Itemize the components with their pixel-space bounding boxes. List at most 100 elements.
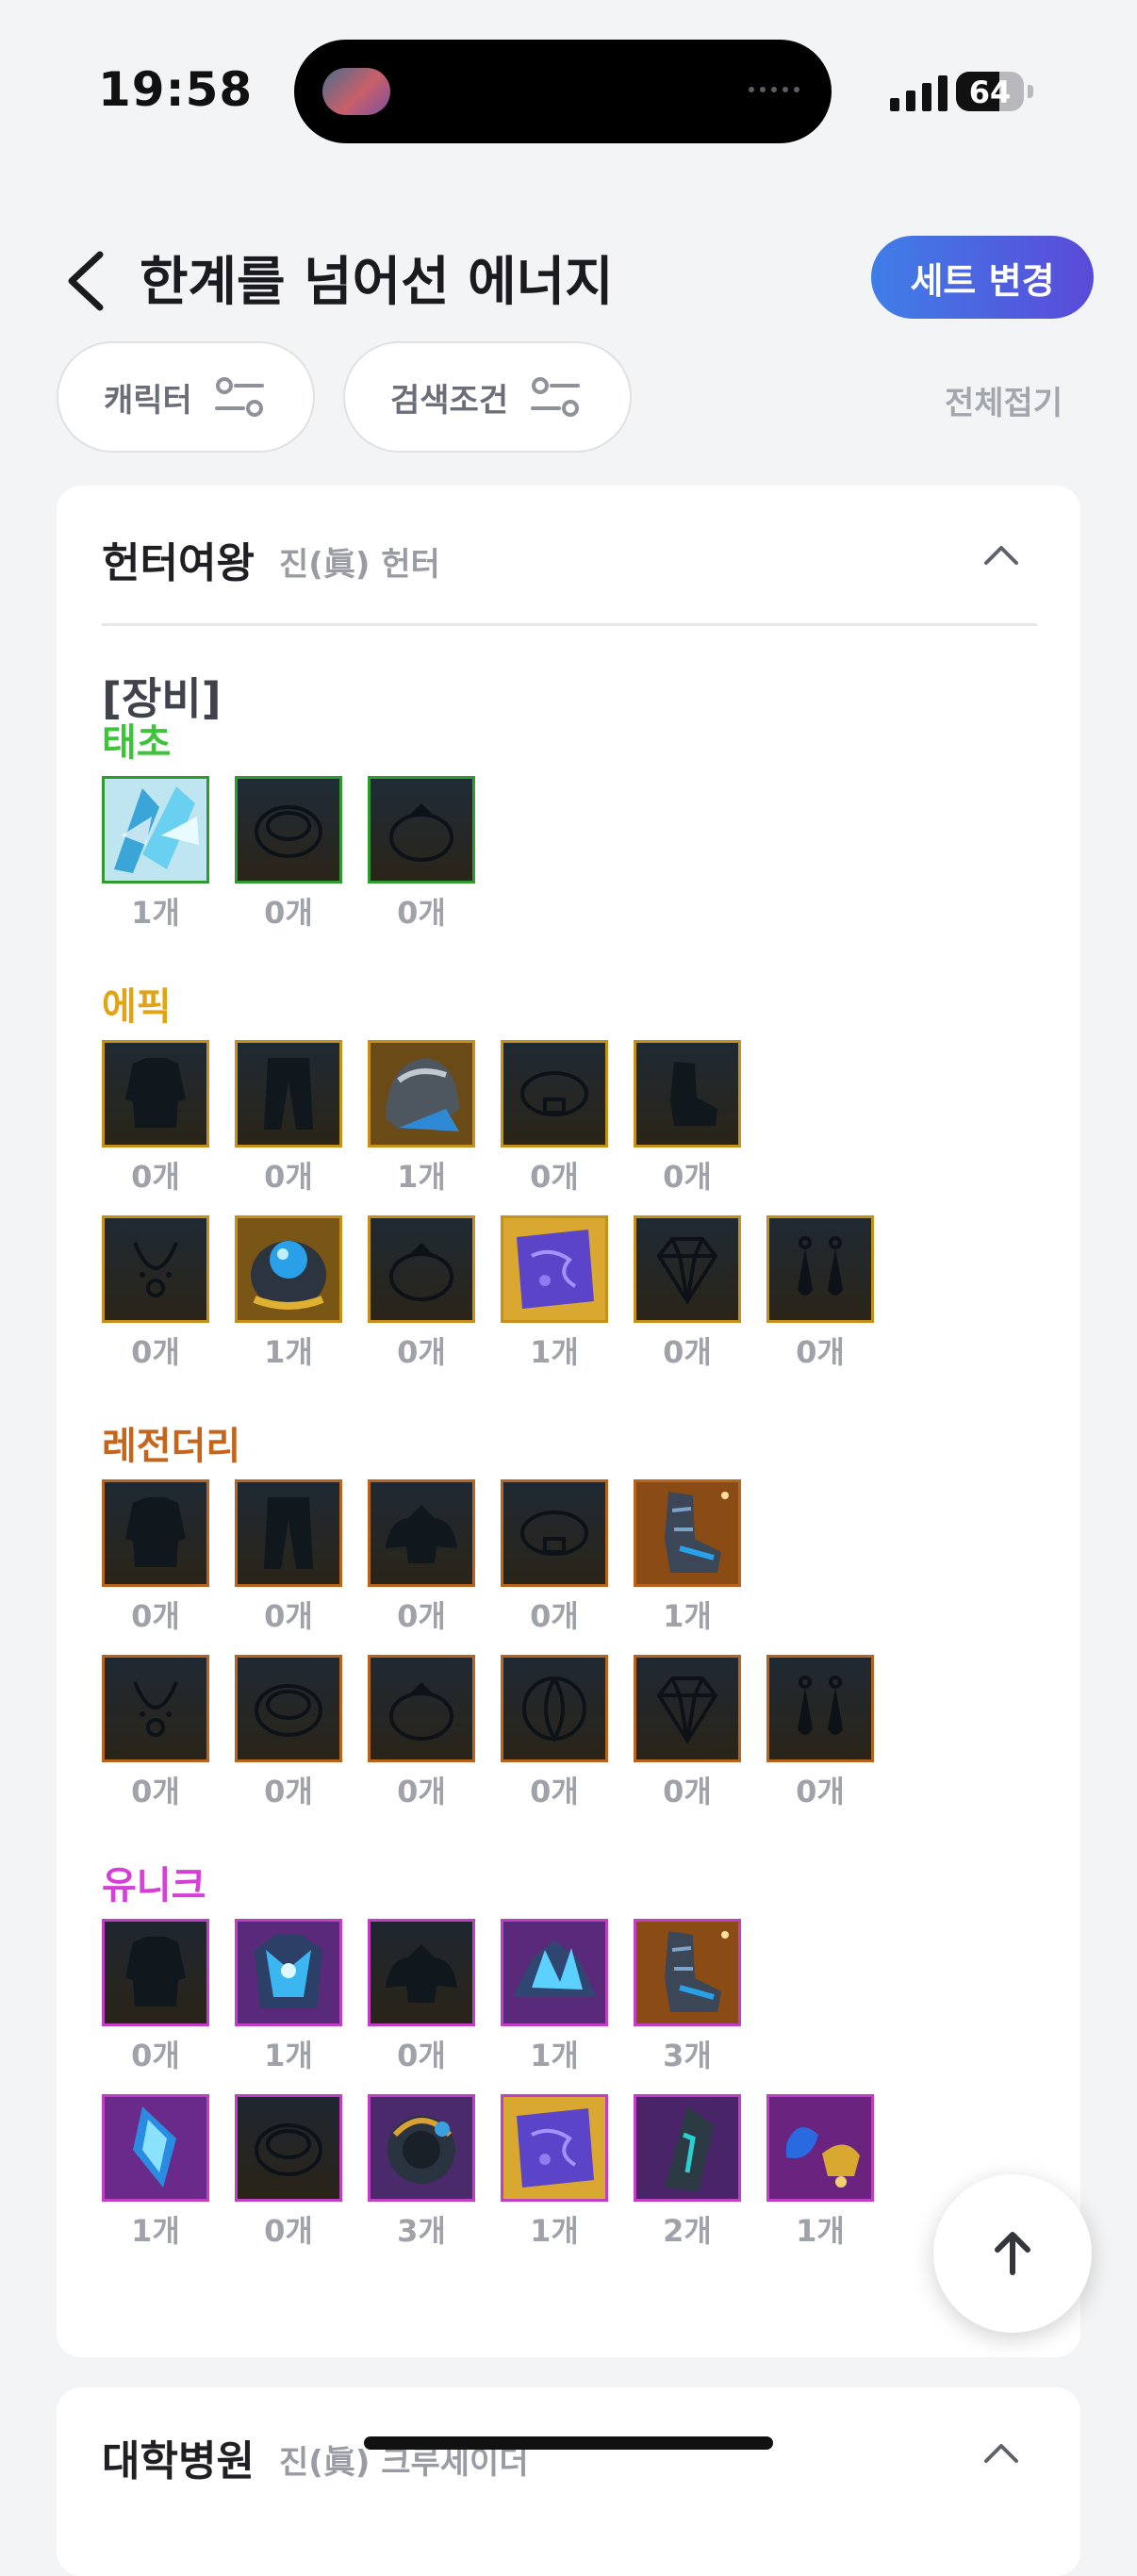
section-title: 헌터여왕 [102, 539, 255, 587]
earring-icon [769, 1658, 871, 1759]
character-filter-chip[interactable]: 캐릭터 [57, 341, 315, 453]
item-count: 1개 [796, 2213, 845, 2249]
equipment-slot[interactable] [634, 1479, 741, 1587]
equipment-slot[interactable] [235, 1919, 342, 2026]
equipment-slot[interactable] [501, 1655, 608, 1762]
equipment-slot[interactable] [368, 776, 475, 883]
section-divider [102, 623, 1037, 626]
item-count: 1개 [397, 1159, 446, 1195]
item-count: 0개 [131, 1774, 180, 1809]
equipment-slot[interactable] [102, 776, 209, 883]
equipment-slot[interactable] [235, 1479, 342, 1587]
crystal-blade-icon [105, 779, 206, 881]
status-time: 19:58 [98, 62, 254, 117]
earring-icon [769, 1218, 871, 1320]
filter-sliders-icon [531, 377, 581, 417]
grade-label: 태초 [102, 721, 172, 765]
equipment-slot[interactable] [634, 1655, 741, 1762]
item-count: 1개 [530, 2038, 579, 2073]
next-section-title: 대학병원 [102, 2437, 255, 2485]
top-armor-icon [105, 1482, 206, 1584]
chevron-up-icon[interactable] [982, 2440, 1020, 2465]
gem-icon [636, 1658, 738, 1759]
change-set-button[interactable]: 세트 변경 [871, 236, 1094, 319]
equipment-slot[interactable] [634, 1040, 741, 1148]
bracelet-gem-icon [238, 1218, 339, 1320]
home-indicator [364, 2436, 773, 2450]
equipment-slot[interactable] [102, 1215, 209, 1323]
item-count: 0개 [264, 1598, 313, 1634]
back-button[interactable] [58, 243, 115, 319]
section-subtitle: 진(眞) 헌터 [279, 546, 440, 584]
equipment-slot[interactable] [102, 1040, 209, 1148]
chevron-up-icon[interactable] [982, 542, 1020, 567]
island-dots [749, 87, 799, 92]
equipment-slot[interactable] [766, 2094, 874, 2202]
belt-icon [503, 1043, 605, 1145]
support-orb-icon [503, 1658, 605, 1759]
page-title: 한계를 넘어선 에너지 [140, 252, 614, 313]
equipment-slot[interactable] [235, 2094, 342, 2202]
battery-percent: 64 [968, 74, 1012, 110]
item-count: 1개 [663, 1598, 712, 1634]
necklace-icon [105, 1658, 206, 1759]
live-activity-thumbnail [322, 68, 390, 115]
scroll-to-top-button[interactable] [933, 2174, 1092, 2333]
equipment-slot[interactable] [102, 1919, 209, 2026]
item-count: 0개 [397, 1598, 446, 1634]
equipment-slot[interactable] [102, 1479, 209, 1587]
equipment-slot[interactable] [501, 1215, 608, 1323]
equipment-slot[interactable] [368, 1655, 475, 1762]
ring-icon [371, 779, 472, 881]
shoulder-armor-icon [371, 1043, 472, 1145]
dark-gem-icon [636, 2097, 738, 2199]
equipment-slot[interactable] [102, 2094, 209, 2202]
item-count: 3개 [397, 2213, 446, 2249]
crystal-necklace-icon [105, 2097, 206, 2199]
item-count: 0개 [530, 1598, 579, 1634]
equipment-slot[interactable] [235, 776, 342, 883]
grade-label: 에픽 [102, 985, 172, 1029]
equipment-slot[interactable] [235, 1655, 342, 1762]
equipment-slot[interactable] [368, 2094, 475, 2202]
equipment-slot[interactable] [501, 1479, 608, 1587]
crystal-shoulder-icon [503, 1922, 605, 2023]
equipment-slot[interactable] [235, 1215, 342, 1323]
item-count: 0개 [397, 895, 446, 931]
purple-rune-icon [503, 2097, 605, 2199]
collapse-all-button[interactable]: 전체접기 [945, 377, 1063, 423]
item-count: 0개 [663, 1159, 712, 1195]
top-armor-icon [105, 1922, 206, 2023]
equipment-slot[interactable] [634, 1919, 741, 2026]
equipment-slot[interactable] [634, 2094, 741, 2202]
equipment-slot[interactable] [501, 2094, 608, 2202]
equipment-slot[interactable] [766, 1215, 874, 1323]
item-count: 0개 [397, 1334, 446, 1370]
shoulder-icon [371, 1922, 472, 2023]
equipment-slot[interactable] [766, 1655, 874, 1762]
item-count: 0개 [796, 1774, 845, 1809]
top-armor-icon [105, 1043, 206, 1145]
equipment-slot[interactable] [102, 1655, 209, 1762]
equipment-slot[interactable] [501, 1919, 608, 2026]
item-count: 0개 [264, 1159, 313, 1195]
item-count: 3개 [663, 2038, 712, 2073]
item-count: 0개 [530, 1159, 579, 1195]
equipment-slot[interactable] [501, 1040, 608, 1148]
equipment-slot[interactable] [368, 1479, 475, 1587]
equipment-slot[interactable] [368, 1919, 475, 2026]
item-count: 1개 [530, 2213, 579, 2249]
equipment-slot[interactable] [368, 1215, 475, 1323]
ring-icon [371, 1658, 472, 1759]
item-count: 0개 [131, 1159, 180, 1195]
equipment-slot[interactable] [634, 1215, 741, 1323]
battery-icon: 64 [956, 72, 1024, 111]
gem-icon [636, 1218, 738, 1320]
filter-sliders-icon [214, 377, 264, 417]
item-count: 0개 [796, 1334, 845, 1370]
search-condition-chip[interactable]: 검색조건 [343, 341, 632, 453]
equipment-slot[interactable] [235, 1040, 342, 1148]
next-section-card[interactable]: 대학병원 진(眞) 크루세이더 [57, 2387, 1080, 2576]
ring-icon [371, 1218, 472, 1320]
equipment-slot[interactable] [368, 1040, 475, 1148]
